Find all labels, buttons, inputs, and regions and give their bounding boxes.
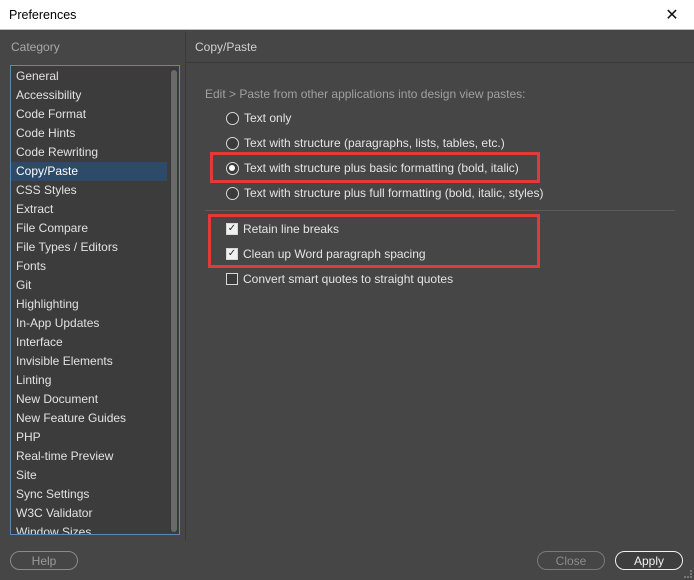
checkbox-clean-up-word-spacing[interactable]: ✓ Clean up Word paragraph spacing	[226, 245, 426, 263]
radio-basic-formatting[interactable]: Text with structure plus basic formattin…	[226, 159, 519, 177]
sidebar-item-extract[interactable]: Extract	[11, 200, 167, 219]
sidebar-item-general[interactable]: General	[11, 67, 167, 86]
checkbox-label: Clean up Word paragraph spacing	[243, 247, 426, 261]
category-items: General Accessibility Code Format Code Hint…	[11, 66, 179, 534]
checkbox-label: Convert smart quotes to straight quotes	[243, 272, 454, 286]
category-list[interactable]: General Accessibility Code Format Code Hint…	[10, 65, 180, 535]
copy-paste-panel: Edit > Paste from other applications int…	[186, 63, 694, 541]
apply-button[interactable]: Apply	[615, 551, 683, 570]
sidebar-item-w3c-validator[interactable]: W3C Validator	[11, 504, 167, 523]
sidebar-item-in-app-updates[interactable]: In-App Updates	[11, 314, 167, 333]
checkbox-unchecked[interactable]	[226, 273, 238, 285]
radio-button-selected[interactable]	[226, 161, 239, 175]
checkbox-retain-line-breaks[interactable]: ✓ Retain line breaks	[226, 220, 339, 238]
sidebar-item-real-time-preview[interactable]: Real-time Preview	[11, 447, 167, 466]
sidebar-item-new-document[interactable]: New Document	[11, 390, 167, 409]
sidebar-item-accessibility[interactable]: Accessibility	[11, 86, 167, 105]
sidebar-item-linting[interactable]: Linting	[11, 371, 167, 390]
scrollbar-thumb[interactable]	[171, 70, 177, 532]
radio-label: Text with structure (paragraphs, lists, …	[244, 136, 505, 150]
sidebar-item-code-format[interactable]: Code Format	[11, 105, 167, 124]
checkbox-label: Retain line breaks	[243, 222, 340, 236]
radio-text-only[interactable]: Text only	[226, 109, 291, 127]
options-separator	[205, 210, 675, 211]
checkbox-convert-smart-quotes[interactable]: Convert smart quotes to straight quotes	[226, 270, 453, 288]
sidebar-item-invisible-elements[interactable]: Invisible Elements	[11, 352, 167, 371]
radio-full-formatting[interactable]: Text with structure plus full formatting…	[226, 184, 543, 202]
sidebar-item-code-rewriting[interactable]: Code Rewriting	[11, 143, 167, 162]
sidebar-item-highlighting[interactable]: Highlighting	[11, 295, 167, 314]
checkbox-checked[interactable]: ✓	[226, 248, 238, 260]
radio-label: Text with structure plus full formatting…	[244, 186, 544, 200]
sidebar-item-fonts[interactable]: Fonts	[11, 257, 167, 276]
category-header: Category	[11, 40, 60, 54]
checkbox-checked[interactable]: ✓	[226, 223, 238, 235]
sidebar-item-sync-settings[interactable]: Sync Settings	[11, 485, 167, 504]
sidebar-item-css-styles[interactable]: CSS Styles	[11, 181, 167, 200]
sidebar-item-git[interactable]: Git	[11, 276, 167, 295]
radio-label: Text only	[244, 111, 292, 125]
radio-button[interactable]	[226, 186, 239, 200]
sidebar-item-php[interactable]: PHP	[11, 428, 167, 447]
sidebar-item-window-sizes[interactable]: Window Sizes	[11, 523, 167, 534]
resize-grip[interactable]	[684, 570, 692, 578]
radio-button[interactable]	[226, 136, 239, 150]
title-bar: Preferences ✕	[0, 0, 694, 30]
radio-label: Text with structure plus basic formattin…	[244, 161, 519, 175]
radio-text-with-structure[interactable]: Text with structure (paragraphs, lists, …	[226, 134, 505, 152]
radio-button[interactable]	[226, 111, 239, 125]
sidebar-item-copy-paste[interactable]: Copy/Paste	[11, 162, 167, 181]
paste-intro-text: Edit > Paste from other applications int…	[205, 87, 526, 101]
close-button[interactable]: Close	[537, 551, 605, 570]
sidebar-item-code-hints[interactable]: Code Hints	[11, 124, 167, 143]
sidebar-item-interface[interactable]: Interface	[11, 333, 167, 352]
panel-title: Copy/Paste	[195, 40, 258, 54]
sidebar-item-file-types-editors[interactable]: File Types / Editors	[11, 238, 167, 257]
sidebar-item-file-compare[interactable]: File Compare	[11, 219, 167, 238]
window-title: Preferences	[9, 7, 77, 22]
close-icon[interactable]: ✕	[650, 0, 694, 30]
help-button[interactable]: Help	[10, 551, 78, 570]
category-scrollbar[interactable]	[170, 68, 178, 532]
sidebar-item-new-feature-guides[interactable]: New Feature Guides	[11, 409, 167, 428]
sidebar-item-site[interactable]: Site	[11, 466, 167, 485]
